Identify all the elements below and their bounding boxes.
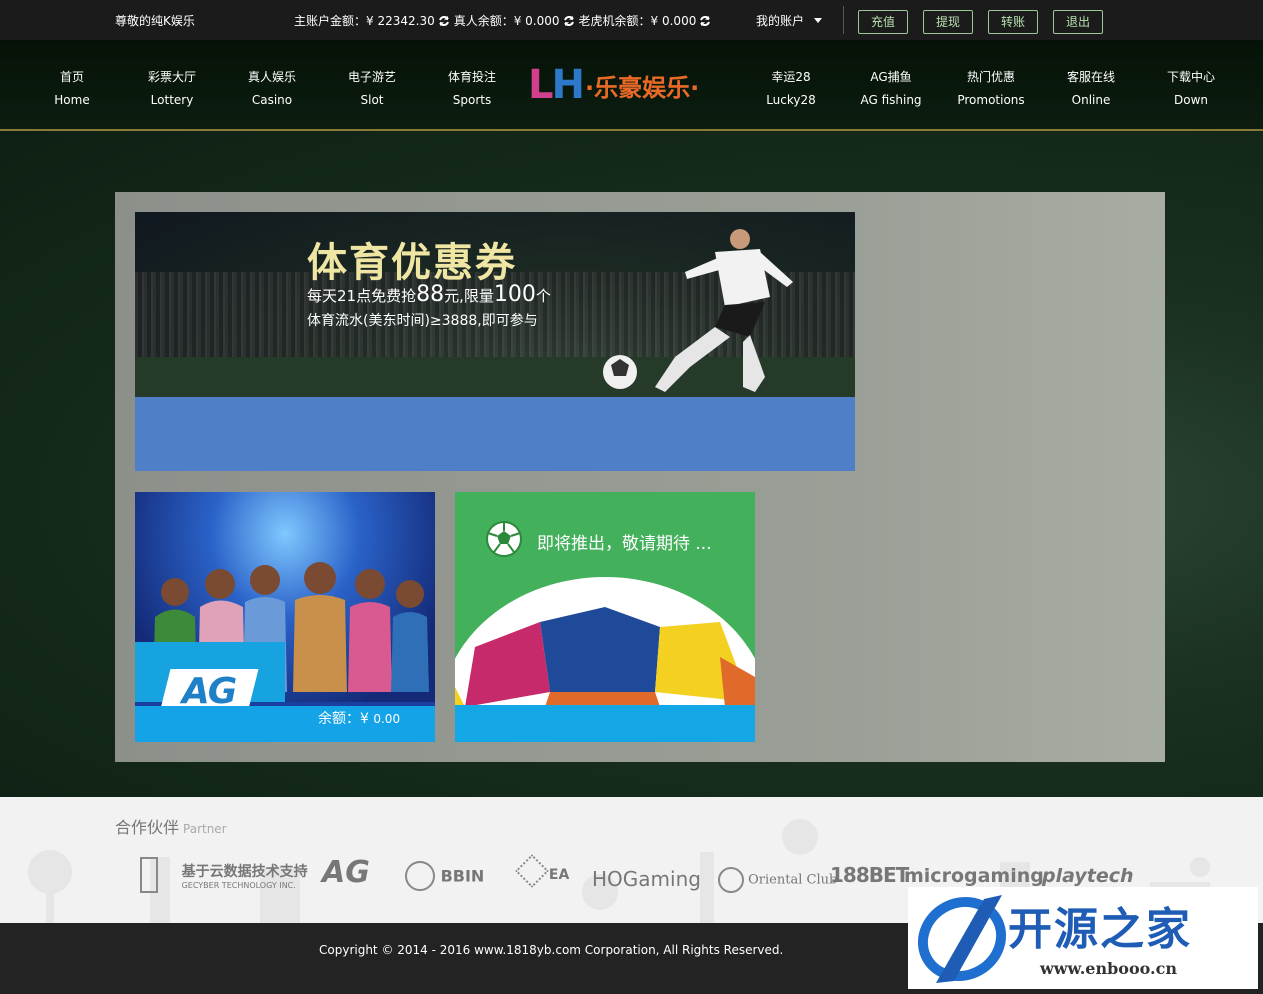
divider	[843, 6, 844, 34]
nav-item-sports[interactable]: 体育投注 Sports	[422, 66, 522, 112]
logo-text: ·乐豪娱乐·	[584, 73, 700, 102]
nav-label-cn[interactable]: 体育投注	[422, 66, 522, 89]
nav-label-en[interactable]: Online	[1041, 89, 1141, 112]
ag-game-tile[interactable]: AG 余额：¥ 0.00	[135, 492, 435, 742]
withdraw-button[interactable]: 提现	[923, 10, 973, 34]
copyright-text: Copyright © 2014 - 2016 www.1818yb.com C…	[319, 943, 784, 957]
main-balance-label: 主账户金额：¥ 22342.30	[294, 14, 435, 28]
sports-coupon-banner[interactable]: 体育优惠券 每天21点免费抢88元,限量100个 体育流水(美东时间)≥3888…	[135, 212, 855, 397]
coming-soon-tile[interactable]: 即将推出，敬请期待 ...	[455, 492, 755, 742]
casino-balance: 真人余额：¥ 0.000	[454, 12, 575, 29]
slot-balance-label: 老虎机余额：¥ 0.000	[578, 14, 697, 28]
nav-label-cn[interactable]: 彩票大厅	[122, 66, 222, 89]
nav-label-en[interactable]: AG fishing	[841, 89, 941, 112]
nav-label-en[interactable]: Slot	[322, 89, 422, 112]
logo-mark: LH	[528, 62, 585, 108]
nav-label-cn[interactable]: 电子游艺	[322, 66, 422, 89]
nav-label-en[interactable]: Lucky28	[741, 89, 841, 112]
balance-list: 主账户金额：¥ 22342.30 真人余额：¥ 0.000 老虎机余额：¥ 0.…	[294, 12, 711, 29]
partner-logo-ea[interactable]: EA	[515, 854, 569, 888]
partners-subtitle: Partner	[183, 822, 227, 836]
refresh-icon[interactable]	[438, 15, 450, 27]
nav-label-en[interactable]: Lottery	[122, 89, 222, 112]
nav-item-download[interactable]: 下载中心 Down	[1141, 66, 1241, 112]
nav-label-cn[interactable]: 真人娱乐	[222, 66, 322, 89]
partner-logo-oriental-club[interactable]: Oriental Club	[718, 867, 837, 893]
ag-balance-value: 0.00	[373, 712, 401, 726]
account-menu[interactable]: 我的账户	[756, 12, 823, 29]
soccer-ball-icon	[486, 521, 522, 557]
partners-title: 合作伙伴 Partner	[115, 818, 227, 837]
soccer-ball-illustration	[455, 577, 755, 707]
partner-logo-188bet[interactable]: 188BET	[830, 863, 909, 887]
nav-label-en[interactable]: Down	[1141, 89, 1241, 112]
banner-caption-bar	[135, 397, 855, 471]
watermark-url: www.enbooo.cn	[1040, 959, 1177, 978]
nav-label-cn[interactable]: AG捕鱼	[841, 66, 941, 89]
watermark-logo-icon	[917, 895, 1007, 983]
nav-label-en[interactable]: Home	[22, 89, 122, 112]
coming-soon-message: 即将推出，敬请期待 ...	[537, 534, 712, 554]
banner-title: 体育优惠券	[307, 240, 517, 286]
partner-logo-playtech[interactable]: playtech	[1042, 865, 1134, 887]
greeting-text: 尊敬的纯K娱乐	[115, 14, 195, 28]
banner-condition-line: 体育流水(美东时间)≥3888,即可参与	[307, 313, 538, 329]
banner-offer-line: 每天21点免费抢88元,限量100个	[307, 282, 551, 307]
nav-item-slot[interactable]: 电子游艺 Slot	[322, 66, 422, 112]
refresh-icon[interactable]	[563, 15, 575, 27]
slot-balance: 老虎机余额：¥ 0.000	[579, 12, 712, 29]
deposit-button[interactable]: 充值	[858, 10, 908, 34]
nav-item-online[interactable]: 客服在线 Online	[1041, 66, 1141, 112]
partner-logo-microgaming[interactable]: microgaming	[904, 865, 1044, 887]
partner-logo-ag[interactable]: AG	[322, 855, 370, 890]
transfer-button[interactable]: 转账	[988, 10, 1038, 34]
nav-label-cn[interactable]: 下载中心	[1141, 66, 1241, 89]
ag-balance-label: 余额：¥	[318, 711, 374, 727]
partner-logo-gecyber[interactable]: 基于云数据技术支持 GECYBER TECHNOLOGY INC.	[140, 857, 308, 893]
site-logo[interactable]: LH ·乐豪娱乐·	[528, 60, 738, 110]
nav-label-cn[interactable]: 客服在线	[1041, 66, 1141, 89]
nav-label-en[interactable]: Casino	[222, 89, 322, 112]
refresh-icon[interactable]	[699, 15, 711, 27]
nav-label-cn[interactable]: 幸运28	[741, 66, 841, 89]
partner-logo-hogaming[interactable]: HOGaming	[592, 867, 701, 891]
nav-label-cn[interactable]: 热门优惠	[941, 66, 1041, 89]
chevron-down-icon[interactable]	[814, 18, 823, 23]
nav-item-casino[interactable]: 真人娱乐 Casino	[222, 66, 322, 112]
partner-logo-bbin[interactable]: BBIN	[405, 861, 484, 891]
top-bar: 尊敬的纯K娱乐 主账户金额：¥ 22342.30 真人余额：¥ 0.000 老虎…	[0, 0, 1263, 40]
logout-button[interactable]: 退出	[1053, 10, 1103, 34]
casino-balance-label: 真人余额：¥ 0.000	[453, 14, 560, 28]
nav-item-lucky28[interactable]: 幸运28 Lucky28	[741, 66, 841, 112]
watermark: 开源之家 www.enbooo.cn	[908, 887, 1258, 989]
main-balance: 主账户金额：¥ 22342.30	[294, 12, 450, 29]
nav-label-en[interactable]: Sports	[422, 89, 522, 112]
coming-soon-bar	[455, 705, 755, 742]
nav-item-home[interactable]: 首页 Home	[22, 66, 122, 112]
main-nav: 首页 Home 彩票大厅 Lottery 真人娱乐 Casino 电子游艺 Sl…	[0, 40, 1263, 131]
nav-item-lottery[interactable]: 彩票大厅 Lottery	[122, 66, 222, 112]
nav-item-promotions[interactable]: 热门优惠 Promotions	[941, 66, 1041, 112]
watermark-title: 开源之家	[1008, 904, 1192, 955]
ag-balance: 余额：¥ 0.00	[318, 708, 400, 728]
nav-label-en[interactable]: Promotions	[941, 89, 1041, 112]
soccer-player-image	[603, 229, 793, 392]
nav-label-cn[interactable]: 首页	[22, 66, 122, 89]
nav-item-ag-fishing[interactable]: AG捕鱼 AG fishing	[841, 66, 941, 112]
account-label[interactable]: 我的账户	[756, 12, 804, 29]
